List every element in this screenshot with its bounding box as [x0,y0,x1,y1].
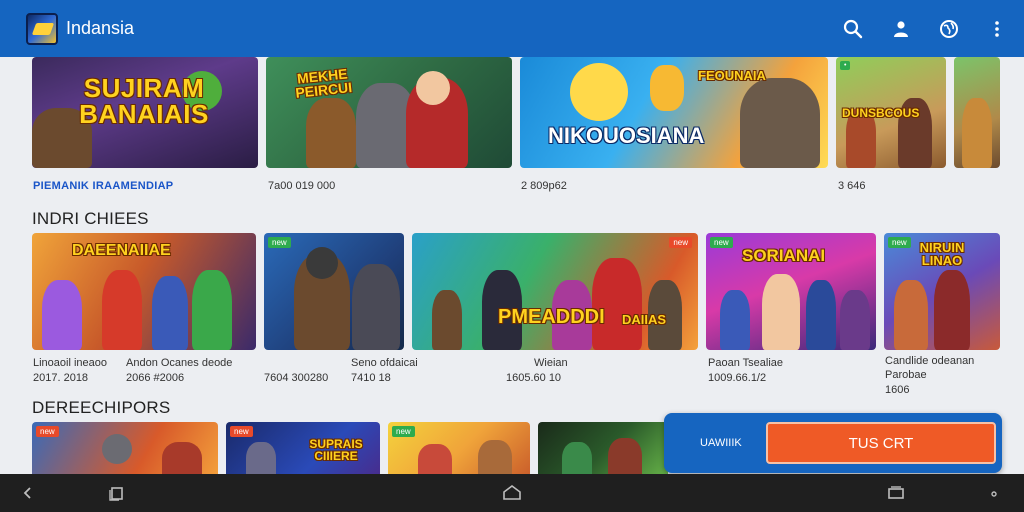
featured-meta: 2 809p62 [521,180,567,192]
tile-meta: 7410 18 [351,372,391,384]
game-tile[interactable]: new PMEADDDI DAIIAS [412,233,698,350]
tile-banner: SUPRAIS CIIIERE [309,437,363,463]
search-icon [843,19,863,38]
top-app-bar: Indansia [0,0,1024,57]
featured-tile[interactable]: NIKOUOSIANA FEOUNAIA [520,57,828,168]
game-tile[interactable]: new [388,422,530,474]
account-icon [894,20,908,37]
section-title: INDRI CHIEES [32,209,149,228]
recents-button[interactable] [96,474,136,512]
main-content: SUJIRAM BANAIAIS MEKHE PEIRCUI NIKOUOSIA… [0,57,1024,474]
recents-icon [109,487,123,501]
game-tile[interactable]: new NIRUIN LINAO [884,233,1000,350]
account-button[interactable] [888,16,914,42]
featured-banner-small: FEOUNAIA [698,68,766,83]
game-tile[interactable]: new SORIANAI [706,233,876,350]
tile-meta: 2017. 2018 [33,372,89,384]
tile-banner: SORIANAI [742,246,826,265]
tile-title: Linoaoil ineaoo [33,357,108,369]
game-tile[interactable]: new SUPRAIS CIIIERE [226,422,380,474]
tile-banner: NIRUIN LINAO [919,240,965,268]
tile-title: Seno ofdaicai [351,357,418,369]
featured-meta: PIEMANIK IRAAMENDIAP [33,180,174,192]
app-title: Indansia [66,18,135,38]
tile-meta: 1605.60 10 [506,372,562,384]
tile-badge: new [230,426,253,437]
tile-meta: 1009.66.1/2 [708,372,767,384]
tile-banner-small: DAIIAS [622,312,667,327]
game-tile[interactable]: new [264,233,404,350]
overview-icon [888,486,904,499]
install-card: UAWIIIK TUS CRT [664,413,1002,473]
tile-title: Candlide odeanan Parobae [885,355,975,381]
game-tile[interactable] [538,422,668,474]
home-icon [503,485,521,500]
featured-banner: SUJIRAM BANAIAIS [79,73,209,129]
featured-badge: • [840,61,851,70]
back-button[interactable] [8,474,48,512]
overview-button[interactable] [876,474,916,512]
featured-tile[interactable]: MEKHE PEIRCUI [266,57,512,168]
featured-tile[interactable] [954,57,1000,168]
tile-title: Paoan Tsealiae [708,357,784,369]
install-card-label: UAWIIIK [700,437,742,449]
tile-banner: PMEADDDI [498,306,605,328]
tile-meta: 7604 300280 [264,372,329,384]
featured-tile[interactable]: SUJIRAM BANAIAIS [32,57,258,168]
more-options-button[interactable] [984,16,1010,42]
dot-button[interactable] [974,474,1014,512]
appbar-actions [840,16,1010,42]
system-nav-bar [0,474,1024,512]
featured-tile[interactable]: • DUNSBCOUS [836,57,946,168]
featured-meta: 3 646 [838,180,866,192]
section-title: DEREECHIPORS [32,398,171,417]
install-button[interactable]: TUS CRT [766,422,996,464]
home-button[interactable] [492,474,532,512]
tile-banner: DAEENAIIAE [72,242,171,259]
featured-banner: DUNSBCOUS [842,106,920,120]
tile-badge: new [392,426,415,437]
search-button[interactable] [840,16,866,42]
featured-meta: 7a00 019 000 [268,180,336,192]
tile-badge: new [669,237,692,248]
more-vert-icon [995,20,999,37]
tile-meta: 1606 [885,384,910,396]
tile-title: Andon Ocanes deode [126,357,233,369]
game-tile[interactable]: DAEENAIIAE [32,233,256,350]
tile-meta: 2066 #2006 [126,372,185,384]
tile-badge: new [268,237,291,248]
tile-title: Wieian [534,357,568,369]
game-tile[interactable]: new [32,422,218,474]
featured-banner: NIKOUOSIANA [548,123,705,148]
back-icon [23,487,31,499]
globe-icon [940,19,958,38]
tile-badge: new [710,237,733,248]
app-logo-icon[interactable] [26,12,58,45]
globe-button[interactable] [936,16,962,42]
dot-icon [991,491,997,497]
tile-badge: new [36,426,59,437]
